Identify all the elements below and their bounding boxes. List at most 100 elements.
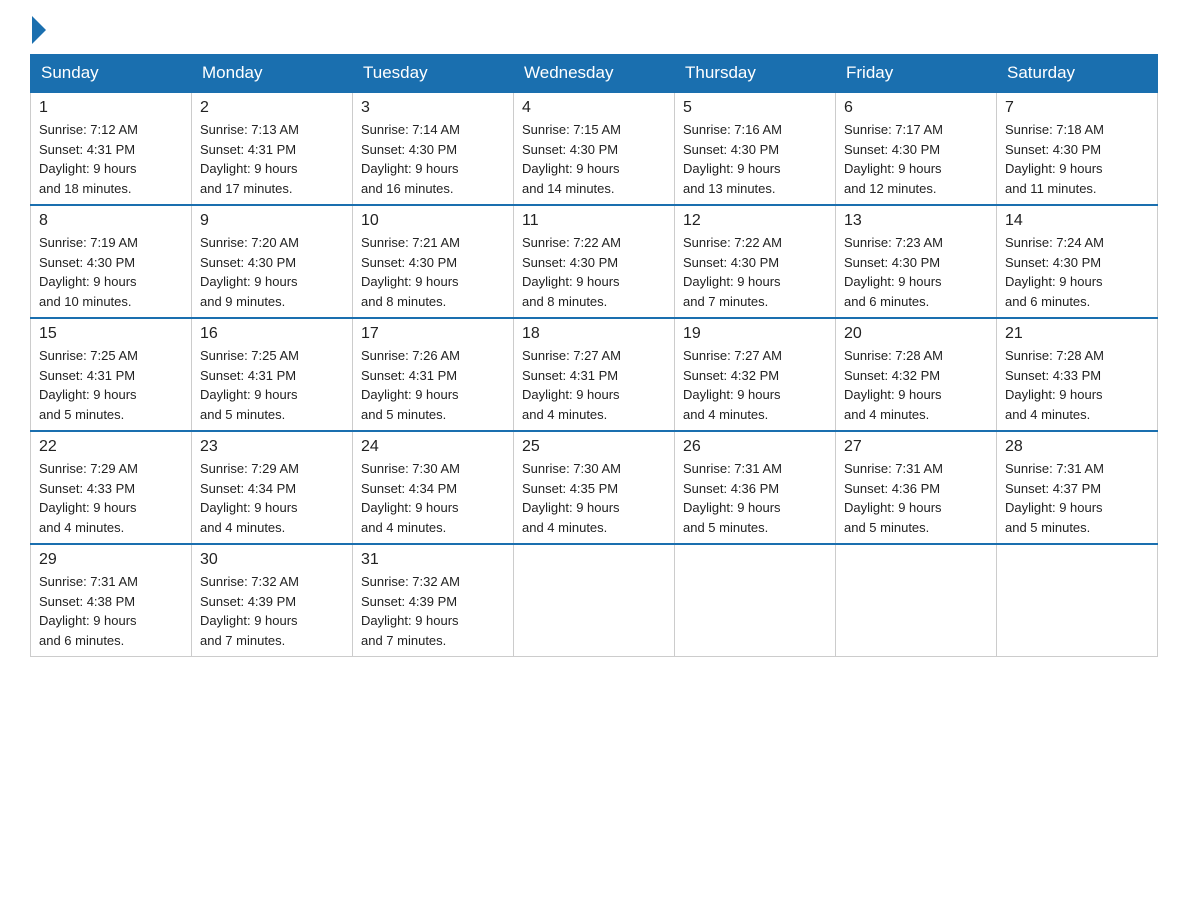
day-info: Sunrise: 7:17 AMSunset: 4:30 PMDaylight:… (844, 122, 943, 196)
day-number: 22 (39, 438, 183, 456)
day-number: 11 (522, 212, 666, 230)
day-number: 2 (200, 99, 344, 117)
calendar-cell: 12 Sunrise: 7:22 AMSunset: 4:30 PMDaylig… (675, 205, 836, 318)
day-info: Sunrise: 7:25 AMSunset: 4:31 PMDaylight:… (39, 348, 138, 422)
day-number: 1 (39, 99, 183, 117)
calendar-cell: 30 Sunrise: 7:32 AMSunset: 4:39 PMDaylig… (192, 544, 353, 657)
calendar-cell: 13 Sunrise: 7:23 AMSunset: 4:30 PMDaylig… (836, 205, 997, 318)
logo-arrow-icon (32, 16, 46, 44)
week-row-2: 8 Sunrise: 7:19 AMSunset: 4:30 PMDayligh… (31, 205, 1158, 318)
calendar-cell: 8 Sunrise: 7:19 AMSunset: 4:30 PMDayligh… (31, 205, 192, 318)
day-number: 29 (39, 551, 183, 569)
day-info: Sunrise: 7:32 AMSunset: 4:39 PMDaylight:… (361, 574, 460, 648)
day-number: 12 (683, 212, 827, 230)
calendar-cell: 16 Sunrise: 7:25 AMSunset: 4:31 PMDaylig… (192, 318, 353, 431)
calendar-cell (997, 544, 1158, 657)
day-number: 13 (844, 212, 988, 230)
day-info: Sunrise: 7:16 AMSunset: 4:30 PMDaylight:… (683, 122, 782, 196)
calendar-table: SundayMondayTuesdayWednesdayThursdayFrid… (30, 54, 1158, 657)
calendar-cell: 22 Sunrise: 7:29 AMSunset: 4:33 PMDaylig… (31, 431, 192, 544)
day-info: Sunrise: 7:29 AMSunset: 4:33 PMDaylight:… (39, 461, 138, 535)
day-info: Sunrise: 7:22 AMSunset: 4:30 PMDaylight:… (683, 235, 782, 309)
calendar-cell: 27 Sunrise: 7:31 AMSunset: 4:36 PMDaylig… (836, 431, 997, 544)
day-info: Sunrise: 7:14 AMSunset: 4:30 PMDaylight:… (361, 122, 460, 196)
calendar-cell: 23 Sunrise: 7:29 AMSunset: 4:34 PMDaylig… (192, 431, 353, 544)
day-number: 8 (39, 212, 183, 230)
day-info: Sunrise: 7:23 AMSunset: 4:30 PMDaylight:… (844, 235, 943, 309)
calendar-cell: 18 Sunrise: 7:27 AMSunset: 4:31 PMDaylig… (514, 318, 675, 431)
day-number: 31 (361, 551, 505, 569)
day-info: Sunrise: 7:30 AMSunset: 4:34 PMDaylight:… (361, 461, 460, 535)
calendar-cell: 17 Sunrise: 7:26 AMSunset: 4:31 PMDaylig… (353, 318, 514, 431)
day-number: 10 (361, 212, 505, 230)
calendar-cell: 20 Sunrise: 7:28 AMSunset: 4:32 PMDaylig… (836, 318, 997, 431)
header-sunday: Sunday (31, 55, 192, 93)
day-info: Sunrise: 7:24 AMSunset: 4:30 PMDaylight:… (1005, 235, 1104, 309)
day-info: Sunrise: 7:31 AMSunset: 4:37 PMDaylight:… (1005, 461, 1104, 535)
calendar-cell (836, 544, 997, 657)
week-row-5: 29 Sunrise: 7:31 AMSunset: 4:38 PMDaylig… (31, 544, 1158, 657)
calendar-cell: 10 Sunrise: 7:21 AMSunset: 4:30 PMDaylig… (353, 205, 514, 318)
week-row-3: 15 Sunrise: 7:25 AMSunset: 4:31 PMDaylig… (31, 318, 1158, 431)
calendar-cell: 25 Sunrise: 7:30 AMSunset: 4:35 PMDaylig… (514, 431, 675, 544)
calendar-cell: 1 Sunrise: 7:12 AMSunset: 4:31 PMDayligh… (31, 92, 192, 205)
day-info: Sunrise: 7:32 AMSunset: 4:39 PMDaylight:… (200, 574, 299, 648)
calendar-cell: 15 Sunrise: 7:25 AMSunset: 4:31 PMDaylig… (31, 318, 192, 431)
calendar-cell: 11 Sunrise: 7:22 AMSunset: 4:30 PMDaylig… (514, 205, 675, 318)
day-number: 19 (683, 325, 827, 343)
calendar-cell: 4 Sunrise: 7:15 AMSunset: 4:30 PMDayligh… (514, 92, 675, 205)
day-number: 20 (844, 325, 988, 343)
day-info: Sunrise: 7:13 AMSunset: 4:31 PMDaylight:… (200, 122, 299, 196)
calendar-cell: 9 Sunrise: 7:20 AMSunset: 4:30 PMDayligh… (192, 205, 353, 318)
calendar-cell: 14 Sunrise: 7:24 AMSunset: 4:30 PMDaylig… (997, 205, 1158, 318)
header-wednesday: Wednesday (514, 55, 675, 93)
day-info: Sunrise: 7:31 AMSunset: 4:36 PMDaylight:… (683, 461, 782, 535)
day-info: Sunrise: 7:29 AMSunset: 4:34 PMDaylight:… (200, 461, 299, 535)
day-number: 5 (683, 99, 827, 117)
day-info: Sunrise: 7:22 AMSunset: 4:30 PMDaylight:… (522, 235, 621, 309)
day-info: Sunrise: 7:28 AMSunset: 4:32 PMDaylight:… (844, 348, 943, 422)
header-friday: Friday (836, 55, 997, 93)
calendar-cell (675, 544, 836, 657)
day-number: 7 (1005, 99, 1149, 117)
week-row-1: 1 Sunrise: 7:12 AMSunset: 4:31 PMDayligh… (31, 92, 1158, 205)
day-number: 30 (200, 551, 344, 569)
day-info: Sunrise: 7:21 AMSunset: 4:30 PMDaylight:… (361, 235, 460, 309)
day-info: Sunrise: 7:31 AMSunset: 4:36 PMDaylight:… (844, 461, 943, 535)
week-row-4: 22 Sunrise: 7:29 AMSunset: 4:33 PMDaylig… (31, 431, 1158, 544)
day-info: Sunrise: 7:28 AMSunset: 4:33 PMDaylight:… (1005, 348, 1104, 422)
day-number: 23 (200, 438, 344, 456)
day-number: 24 (361, 438, 505, 456)
calendar-cell: 31 Sunrise: 7:32 AMSunset: 4:39 PMDaylig… (353, 544, 514, 657)
calendar-cell: 21 Sunrise: 7:28 AMSunset: 4:33 PMDaylig… (997, 318, 1158, 431)
day-number: 26 (683, 438, 827, 456)
day-number: 18 (522, 325, 666, 343)
day-info: Sunrise: 7:20 AMSunset: 4:30 PMDaylight:… (200, 235, 299, 309)
calendar-cell: 5 Sunrise: 7:16 AMSunset: 4:30 PMDayligh… (675, 92, 836, 205)
day-info: Sunrise: 7:19 AMSunset: 4:30 PMDaylight:… (39, 235, 138, 309)
calendar-cell: 7 Sunrise: 7:18 AMSunset: 4:30 PMDayligh… (997, 92, 1158, 205)
day-info: Sunrise: 7:18 AMSunset: 4:30 PMDaylight:… (1005, 122, 1104, 196)
day-info: Sunrise: 7:30 AMSunset: 4:35 PMDaylight:… (522, 461, 621, 535)
day-number: 28 (1005, 438, 1149, 456)
header-saturday: Saturday (997, 55, 1158, 93)
logo (30, 20, 46, 36)
page-header (30, 20, 1158, 36)
calendar-cell: 26 Sunrise: 7:31 AMSunset: 4:36 PMDaylig… (675, 431, 836, 544)
header-thursday: Thursday (675, 55, 836, 93)
day-number: 14 (1005, 212, 1149, 230)
day-info: Sunrise: 7:25 AMSunset: 4:31 PMDaylight:… (200, 348, 299, 422)
header-tuesday: Tuesday (353, 55, 514, 93)
day-info: Sunrise: 7:15 AMSunset: 4:30 PMDaylight:… (522, 122, 621, 196)
calendar-cell: 2 Sunrise: 7:13 AMSunset: 4:31 PMDayligh… (192, 92, 353, 205)
day-number: 21 (1005, 325, 1149, 343)
calendar-cell: 24 Sunrise: 7:30 AMSunset: 4:34 PMDaylig… (353, 431, 514, 544)
day-number: 6 (844, 99, 988, 117)
day-info: Sunrise: 7:31 AMSunset: 4:38 PMDaylight:… (39, 574, 138, 648)
day-info: Sunrise: 7:27 AMSunset: 4:32 PMDaylight:… (683, 348, 782, 422)
calendar-cell: 28 Sunrise: 7:31 AMSunset: 4:37 PMDaylig… (997, 431, 1158, 544)
calendar-cell (514, 544, 675, 657)
day-number: 9 (200, 212, 344, 230)
calendar-cell: 6 Sunrise: 7:17 AMSunset: 4:30 PMDayligh… (836, 92, 997, 205)
calendar-cell: 29 Sunrise: 7:31 AMSunset: 4:38 PMDaylig… (31, 544, 192, 657)
